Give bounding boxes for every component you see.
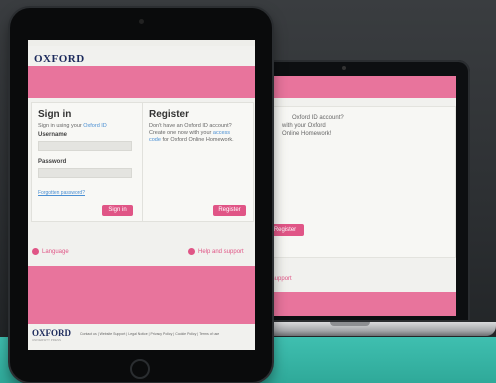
register-text-line: for Oxford Online Homework. bbox=[160, 137, 234, 143]
register-button[interactable]: Register bbox=[213, 205, 246, 216]
footer-links[interactable]: Contact us | Website Support | Legal Not… bbox=[80, 332, 219, 336]
access-code-link-2[interactable]: code bbox=[149, 137, 161, 143]
oxford-id-link[interactable]: Oxford ID bbox=[83, 123, 107, 129]
password-input[interactable] bbox=[38, 168, 132, 178]
tablet-device: OXFORD Sign in Sign in using your Oxford… bbox=[10, 8, 272, 382]
laptop-text-line: with your Oxford bbox=[282, 123, 326, 129]
content-band bbox=[28, 266, 255, 324]
signin-intro: Sign in using your Oxford ID bbox=[38, 123, 107, 130]
forgot-password-link[interactable]: Forgotten password? bbox=[38, 190, 85, 196]
password-label: Password bbox=[38, 159, 67, 165]
username-input[interactable] bbox=[38, 141, 132, 151]
register-text-line: Don't have an Oxford ID account? bbox=[149, 123, 232, 129]
signin-button[interactable]: Sign in bbox=[102, 205, 133, 216]
access-code-link[interactable]: access bbox=[213, 130, 230, 136]
language-circle-icon bbox=[32, 248, 39, 255]
oxford-logo: OXFORD bbox=[34, 53, 85, 65]
tablet-camera-icon bbox=[139, 19, 144, 24]
language-label: Language bbox=[42, 248, 69, 255]
auth-card: Sign in Sign in using your Oxford ID Use… bbox=[31, 102, 254, 222]
help-label: Help and support bbox=[198, 248, 244, 255]
language-link[interactable]: Language bbox=[32, 248, 69, 255]
register-column: Register Don't have an Oxford ID account… bbox=[142, 103, 254, 221]
footer-logo-subtitle: UNIVERSITY PRESS bbox=[32, 338, 61, 342]
status-bar bbox=[28, 40, 255, 46]
register-text: Don't have an Oxford ID account? Create … bbox=[149, 123, 249, 144]
signin-intro-text: Sign in using your bbox=[38, 123, 84, 129]
footer: OXFORD UNIVERSITY PRESS Contact us | Web… bbox=[28, 324, 255, 350]
help-link[interactable]: Help and support bbox=[188, 248, 244, 255]
laptop-text-line: Oxford ID account? bbox=[292, 115, 344, 121]
laptop-notch bbox=[330, 322, 370, 326]
register-text-line: Create one now with your bbox=[149, 130, 213, 136]
signin-title: Sign in bbox=[38, 109, 72, 120]
signin-column: Sign in Sign in using your Oxford ID Use… bbox=[32, 103, 140, 221]
home-button-icon[interactable] bbox=[130, 359, 150, 379]
username-label: Username bbox=[38, 132, 68, 138]
header-band bbox=[28, 66, 255, 98]
footer-oxford-logo: OXFORD bbox=[32, 328, 71, 338]
laptop-camera-icon bbox=[342, 66, 346, 70]
tablet-screen: OXFORD Sign in Sign in using your Oxford… bbox=[28, 40, 255, 350]
register-title: Register bbox=[149, 109, 190, 120]
help-circle-icon bbox=[188, 248, 195, 255]
laptop-text-line: Online Homework! bbox=[282, 131, 332, 137]
